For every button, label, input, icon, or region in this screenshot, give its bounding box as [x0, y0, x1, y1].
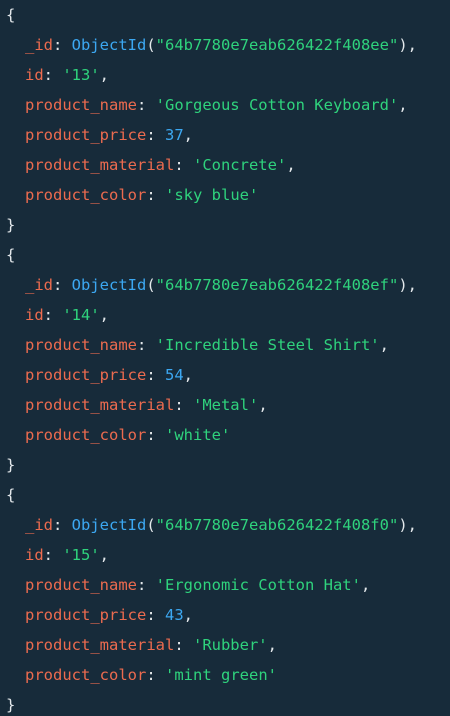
- field-value: 'Incredible Steel Shirt': [155, 336, 380, 354]
- field-product-price: product_price: 43,: [25, 606, 194, 624]
- field-product-name: product_name: 'Gorgeous Cotton Keyboard'…: [25, 96, 408, 114]
- field-key: product_name: [25, 576, 137, 594]
- field-product-color: product_color: 'white': [25, 426, 231, 444]
- field-value: "64b7780e7eab626422f408ee": [155, 36, 399, 54]
- field-key: _id: [25, 36, 53, 54]
- field-value: '15': [62, 546, 100, 564]
- field-oid: _id: ObjectId("64b7780e7eab626422f408f0"…: [25, 516, 417, 534]
- field-key: _id: [25, 516, 53, 534]
- field-key: product_color: [25, 426, 147, 444]
- field-value: '13': [62, 66, 100, 84]
- open-brace: {: [6, 6, 16, 24]
- field-product-name: product_name: 'Ergonomic Cotton Hat',: [25, 576, 371, 594]
- field-value: "64b7780e7eab626422f408ef": [155, 276, 399, 294]
- field-value: 54: [165, 366, 184, 384]
- field-key: id: [25, 66, 44, 84]
- field-id: id: '14',: [25, 306, 110, 324]
- field-value: 'Concrete': [192, 156, 287, 174]
- objectid-fn: ObjectId: [71, 276, 147, 294]
- field-id: id: '15',: [25, 546, 110, 564]
- field-key: product_color: [25, 666, 147, 684]
- field-product-material: product_material: 'Concrete',: [25, 156, 296, 174]
- field-value: 'Rubber': [192, 636, 268, 654]
- field-value: 'Gorgeous Cotton Keyboard': [155, 96, 399, 114]
- document: { _id: ObjectId("64b7780e7eab626422f408e…: [0, 240, 450, 480]
- field-key: product_price: [25, 366, 147, 384]
- field-value: 'Ergonomic Cotton Hat': [155, 576, 361, 594]
- field-value: 'sky blue': [165, 186, 259, 204]
- close-brace: }: [6, 456, 16, 474]
- field-product-color: product_color: 'sky blue': [25, 186, 259, 204]
- field-key: product_name: [25, 96, 137, 114]
- field-value: 43: [165, 606, 184, 624]
- field-value: "64b7780e7eab626422f408f0": [155, 516, 399, 534]
- field-key: product_price: [25, 126, 147, 144]
- field-product-material: product_material: 'Rubber',: [25, 636, 277, 654]
- field-oid: _id: ObjectId("64b7780e7eab626422f408ee"…: [25, 36, 417, 54]
- field-product-name: product_name: 'Incredible Steel Shirt',: [25, 336, 389, 354]
- field-product-price: product_price: 54,: [25, 366, 194, 384]
- field-key: product_price: [25, 606, 147, 624]
- field-value: 37: [165, 126, 184, 144]
- field-value: 'white': [165, 426, 231, 444]
- objectid-fn: ObjectId: [71, 36, 147, 54]
- field-oid: _id: ObjectId("64b7780e7eab626422f408ef"…: [25, 276, 417, 294]
- document: { _id: ObjectId("64b7780e7eab626422f408f…: [0, 480, 450, 716]
- field-value: 'Metal': [192, 396, 259, 414]
- field-key: product_material: [25, 396, 175, 414]
- field-value: '14': [62, 306, 100, 324]
- field-product-price: product_price: 37,: [25, 126, 194, 144]
- field-key: _id: [25, 276, 53, 294]
- field-product-color: product_color: 'mint green': [25, 666, 277, 684]
- field-value: 'mint green': [165, 666, 277, 684]
- field-key: id: [25, 306, 44, 324]
- field-key: product_color: [25, 186, 147, 204]
- close-brace: }: [6, 696, 16, 714]
- field-id: id: '13',: [25, 66, 110, 84]
- field-product-material: product_material: 'Metal',: [25, 396, 268, 414]
- objectid-fn: ObjectId: [71, 516, 147, 534]
- open-brace: {: [6, 486, 16, 504]
- field-key: id: [25, 546, 44, 564]
- field-key: product_name: [25, 336, 137, 354]
- shell-output: { _id: ObjectId("64b7780e7eab626422f408e…: [0, 0, 450, 716]
- field-key: product_material: [25, 636, 175, 654]
- close-brace: }: [6, 216, 16, 234]
- document: { _id: ObjectId("64b7780e7eab626422f408e…: [0, 0, 450, 240]
- open-brace: {: [6, 246, 16, 264]
- field-key: product_material: [25, 156, 175, 174]
